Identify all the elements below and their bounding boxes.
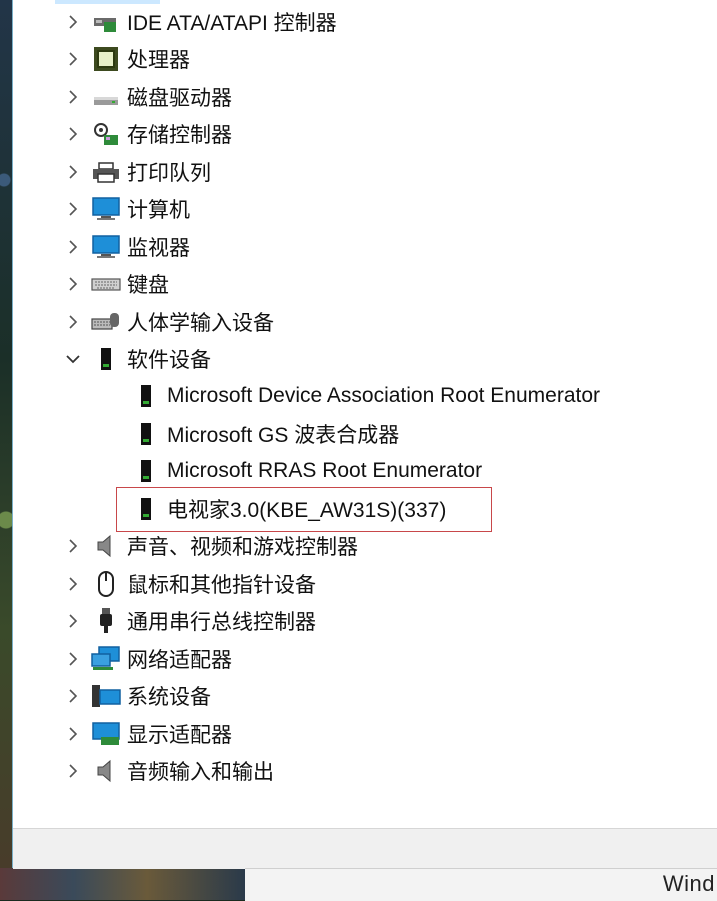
tree-item-monitor[interactable]: 监视器 [65, 228, 190, 265]
tree-item-label: 电视家3.0(KBE_AW31S)(337) [167, 498, 447, 522]
tree-item-label: 网络适配器 [127, 648, 232, 672]
chevron-right-icon[interactable] [65, 538, 81, 554]
desktop-background-strip [0, 868, 245, 900]
tree-item-system-devices[interactable]: 系统设备 [65, 677, 211, 714]
chevron-right-icon[interactable] [65, 51, 81, 67]
tree-child-device-association[interactable]: Microsoft Device Association Root Enumer… [131, 377, 600, 414]
mouse-icon [91, 570, 121, 597]
system-device-icon [91, 683, 121, 709]
software-device-icon [131, 496, 161, 522]
chevron-right-icon[interactable] [65, 276, 81, 292]
chevron-right-icon[interactable] [65, 164, 81, 180]
chevron-right-icon[interactable] [65, 688, 81, 704]
speaker-icon [91, 533, 121, 559]
device-manager-window: IDE ATA/ATAPI 控制器 处理器 磁盘驱动器 存储控制器 打印队列 计… [12, 0, 717, 869]
tree-item-label: 磁盘驱动器 [127, 86, 232, 110]
tree-item-hid[interactable]: 人体学输入设备 [65, 303, 274, 340]
tree-item-label: 声音、视频和游戏控制器 [127, 535, 358, 559]
tree-item-audio-io[interactable]: 音频输入和输出 [65, 752, 274, 789]
tree-item-label: 监视器 [127, 236, 190, 260]
software-device-icon [131, 383, 161, 409]
tree-item-disk-drive[interactable]: 磁盘驱动器 [65, 78, 232, 115]
chevron-right-icon[interactable] [65, 763, 81, 779]
processor-icon [91, 46, 121, 72]
chevron-right-icon[interactable] [65, 613, 81, 629]
device-tree[interactable]: IDE ATA/ATAPI 控制器 处理器 磁盘驱动器 存储控制器 打印队列 计… [13, 0, 713, 828]
speaker-icon [91, 758, 121, 784]
tree-item-label: Microsoft GS 波表合成器 [167, 423, 400, 447]
storage-controller-icon [91, 121, 121, 147]
tree-item-label: 系统设备 [127, 685, 211, 709]
tree-item-keyboard[interactable]: 键盘 [65, 265, 169, 302]
tree-item-software-devices[interactable]: 软件设备 [65, 340, 211, 377]
tree-child-rras-root[interactable]: Microsoft RRAS Root Enumerator [131, 452, 482, 489]
background-window-text: Wind [662, 871, 715, 896]
tree-item-printer[interactable]: 打印队列 [65, 153, 211, 190]
tree-item-label: 人体学输入设备 [127, 311, 274, 335]
tree-item-label: 软件设备 [127, 348, 211, 372]
tree-item-network-adapter[interactable]: 网络适配器 [65, 640, 232, 677]
tree-item-processor[interactable]: 处理器 [65, 40, 190, 77]
ide-controller-icon [91, 9, 121, 35]
tree-item-label: 存储控制器 [127, 123, 232, 147]
network-adapter-icon [91, 645, 121, 672]
chevron-right-icon[interactable] [65, 89, 81, 105]
chevron-right-icon[interactable] [65, 126, 81, 142]
tree-child-gs-wavetable[interactable]: Microsoft GS 波表合成器 [131, 415, 399, 452]
tree-item-mouse[interactable]: 鼠标和其他指针设备 [65, 565, 316, 602]
keyboard-icon [91, 271, 121, 297]
tree-item-label: 显示适配器 [127, 723, 232, 747]
tree-child-tv-app[interactable]: 电视家3.0(KBE_AW31S)(337) [131, 490, 446, 527]
tree-item-label: 打印队列 [127, 161, 211, 185]
software-device-icon [131, 421, 161, 447]
chevron-down-icon[interactable] [65, 351, 81, 367]
tree-item-label: 鼠标和其他指针设备 [127, 573, 316, 597]
status-bar [13, 828, 717, 869]
printer-icon [91, 159, 121, 185]
hid-icon [91, 309, 121, 335]
chevron-right-icon[interactable] [65, 201, 81, 217]
tree-item-label: 计算机 [127, 198, 190, 222]
software-device-icon [91, 346, 121, 372]
tree-item-storage-controller[interactable]: 存储控制器 [65, 115, 232, 152]
chevron-right-icon[interactable] [65, 576, 81, 592]
monitor-icon [91, 234, 121, 260]
tree-item-label: Microsoft RRAS Root Enumerator [167, 458, 483, 482]
chevron-right-icon[interactable] [65, 239, 81, 255]
chevron-right-icon[interactable] [65, 314, 81, 330]
tree-item-label: 处理器 [127, 48, 190, 72]
tree-item-sound-video[interactable]: 声音、视频和游戏控制器 [65, 527, 358, 564]
usb-icon [91, 607, 121, 634]
background-window[interactable]: Wind [245, 868, 717, 901]
display-adapter-icon [91, 721, 121, 747]
tree-item-label: Microsoft Device Association Root Enumer… [167, 383, 601, 407]
computer-icon [91, 196, 121, 222]
tree-item-label: 音频输入和输出 [127, 760, 274, 784]
tree-item-label: IDE ATA/ATAPI 控制器 [127, 11, 337, 35]
tree-item-computer[interactable]: 计算机 [65, 190, 190, 227]
tree-item-label: 键盘 [127, 273, 169, 297]
tree-item-ide-controller[interactable]: IDE ATA/ATAPI 控制器 [65, 3, 337, 40]
tree-item-display-adapter[interactable]: 显示适配器 [65, 715, 232, 752]
tree-item-usb[interactable]: 通用串行总线控制器 [65, 602, 316, 639]
software-device-icon [131, 458, 161, 484]
disk-drive-icon [91, 84, 121, 110]
chevron-right-icon[interactable] [65, 651, 81, 667]
chevron-right-icon[interactable] [65, 726, 81, 742]
tree-item-label: 通用串行总线控制器 [127, 610, 316, 634]
chevron-right-icon[interactable] [65, 14, 81, 30]
